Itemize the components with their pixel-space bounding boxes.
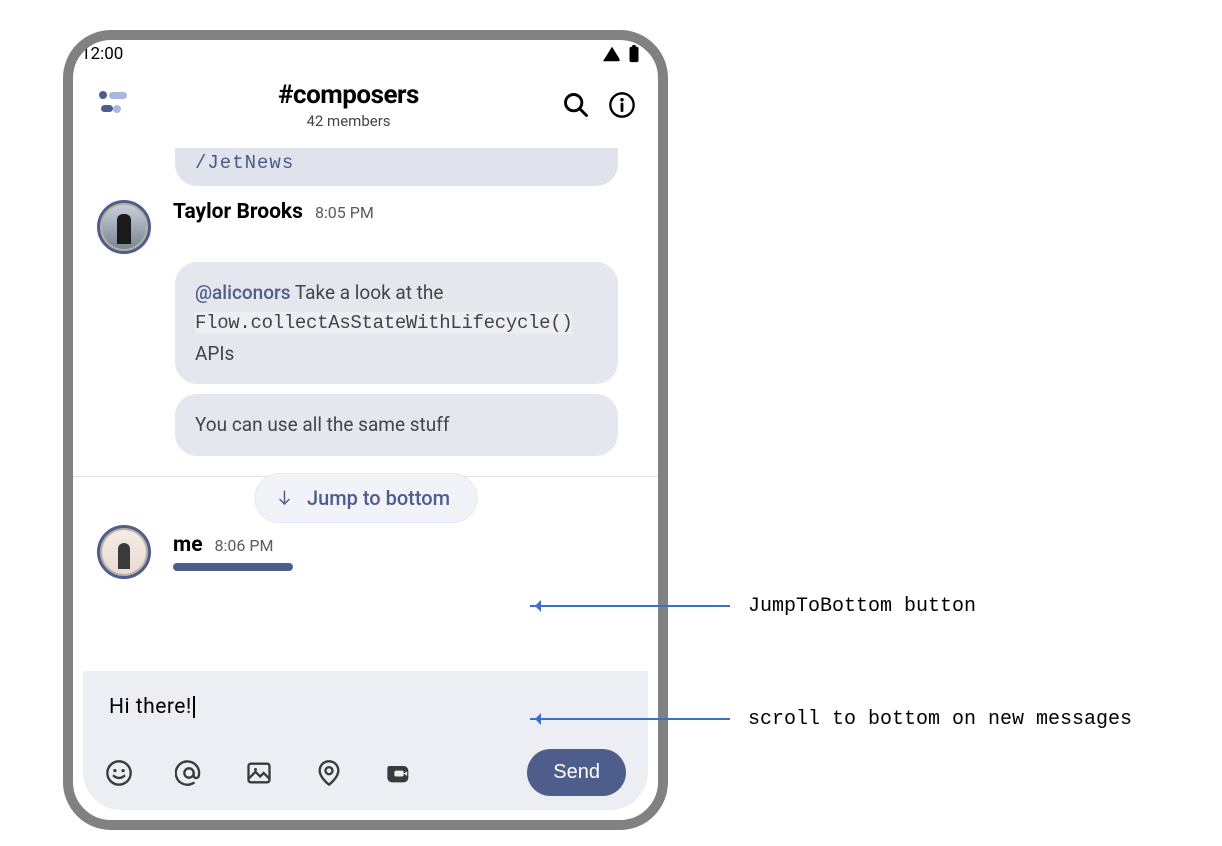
annotation-text: scroll to bottom on new messages [748, 708, 1132, 731]
jump-to-bottom-button[interactable]: Jump to bottom [254, 473, 477, 523]
status-time: 12:00 [81, 44, 123, 64]
partial-message-bubble: /JetNews [175, 148, 618, 186]
mention[interactable]: @aliconors [195, 281, 291, 304]
status-icons [601, 45, 640, 63]
message-text: Take a look at the [291, 281, 444, 304]
send-label: Send [553, 761, 600, 783]
avatar[interactable] [97, 525, 151, 579]
author-name: Taylor Brooks [173, 200, 303, 224]
app-header: #composers 42 members [73, 66, 658, 148]
message-time: 8:06 PM [215, 536, 274, 555]
input-value: Hi there! [109, 695, 192, 719]
author-name: me [173, 533, 203, 557]
header-title: #composers 42 members [135, 80, 562, 130]
avatar[interactable] [97, 200, 151, 254]
info-icon[interactable] [608, 91, 636, 119]
code-inline: Flow.collectAsStateWithLifecycle() [195, 312, 572, 334]
phone-frame: 12:00 #composers 42 members /JetNews [63, 30, 668, 830]
message-text: You can use all the same stuff [195, 413, 449, 436]
mention-icon[interactable] [175, 759, 203, 787]
video-icon[interactable] [385, 759, 413, 787]
search-icon[interactable] [562, 91, 590, 119]
message-time: 8:05 PM [315, 203, 374, 222]
jump-label: Jump to bottom [307, 486, 450, 510]
message-input-area: Hi there! Send [83, 671, 648, 810]
battery-icon [628, 45, 640, 63]
location-icon[interactable] [315, 759, 343, 787]
wifi-alert-icon [601, 45, 623, 63]
annotation-arrow [530, 718, 730, 720]
chat-body[interactable]: /JetNews Taylor Brooks 8:05 PM @aliconor… [73, 148, 658, 579]
member-count: 42 members [135, 112, 562, 130]
message-text: APIs [195, 342, 234, 365]
message-block-taylor: Taylor Brooks 8:05 PM [85, 200, 646, 254]
arrow-down-icon [275, 489, 293, 507]
channel-name: #composers [135, 80, 562, 110]
annotation-arrow [530, 605, 730, 607]
status-bar: 12:00 [73, 40, 658, 66]
message-block-me: me 8:06 PM [85, 525, 646, 579]
message-bubble: You can use all the same stuff [175, 394, 618, 455]
annotation-text: JumpToBottom button [748, 595, 976, 618]
image-icon[interactable] [245, 759, 273, 787]
send-button[interactable]: Send [527, 749, 626, 796]
emoji-icon[interactable] [105, 759, 133, 787]
message-bubble-partial [173, 563, 293, 571]
message-bubble: @aliconors Take a look at the Flow.colle… [175, 262, 618, 384]
app-logo-icon[interactable] [95, 85, 135, 125]
text-cursor [193, 696, 195, 718]
partial-text: /JetNews [195, 152, 294, 174]
